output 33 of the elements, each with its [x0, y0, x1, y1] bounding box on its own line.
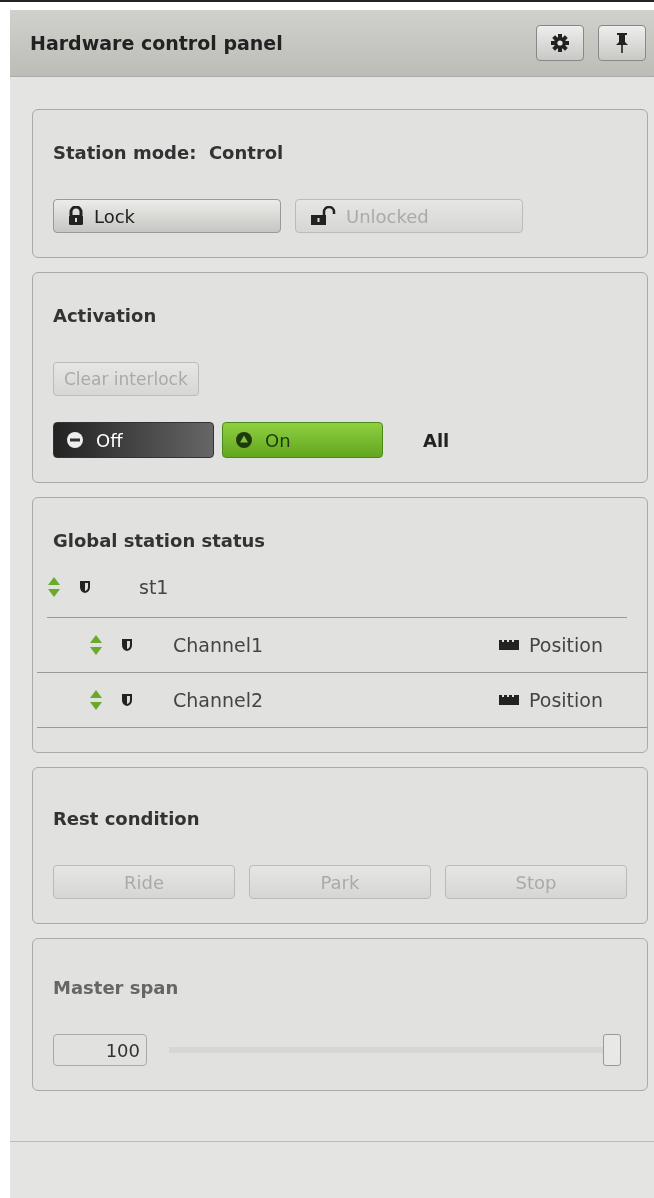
shield-icon — [121, 638, 133, 652]
section-heading: Master span — [53, 977, 180, 998]
minus-circle-icon — [66, 431, 84, 449]
section-heading: Activation — [53, 305, 158, 326]
padlock-icon — [68, 206, 84, 226]
shield-icon — [121, 693, 133, 707]
panel-title: Hardware control panel — [30, 32, 283, 54]
settings-button[interactable] — [536, 25, 584, 61]
up-down-arrows-icon — [89, 689, 103, 711]
up-down-arrows-icon — [89, 634, 103, 656]
shield-icon — [79, 580, 91, 594]
station-mode-label: Station mode: Control — [53, 142, 285, 163]
off-button[interactable]: Off — [53, 422, 214, 458]
scope-label: All — [423, 429, 450, 451]
station-name: st1 — [139, 576, 170, 598]
castle-wall-icon — [499, 695, 519, 705]
lock-button[interactable]: Lock — [53, 199, 281, 233]
open-padlock-icon — [310, 206, 336, 226]
pin-icon — [615, 32, 629, 54]
castle-wall-icon — [499, 640, 519, 650]
channel-mode: Position — [529, 689, 603, 711]
section-heading: Rest condition — [53, 808, 201, 829]
channel-mode: Position — [529, 634, 603, 656]
up-triangle-circle-icon — [235, 431, 253, 449]
up-down-arrows-icon — [47, 576, 61, 598]
channel-name: Channel1 — [173, 634, 265, 656]
pin-button[interactable] — [598, 25, 646, 61]
slider-thumb[interactable] — [603, 1034, 621, 1066]
on-button[interactable]: On — [222, 422, 383, 458]
section-heading: Global station status — [53, 530, 267, 551]
settings-icon — [550, 33, 570, 53]
channel-name: Channel2 — [173, 689, 265, 711]
value-field[interactable]: 100 — [53, 1034, 147, 1066]
